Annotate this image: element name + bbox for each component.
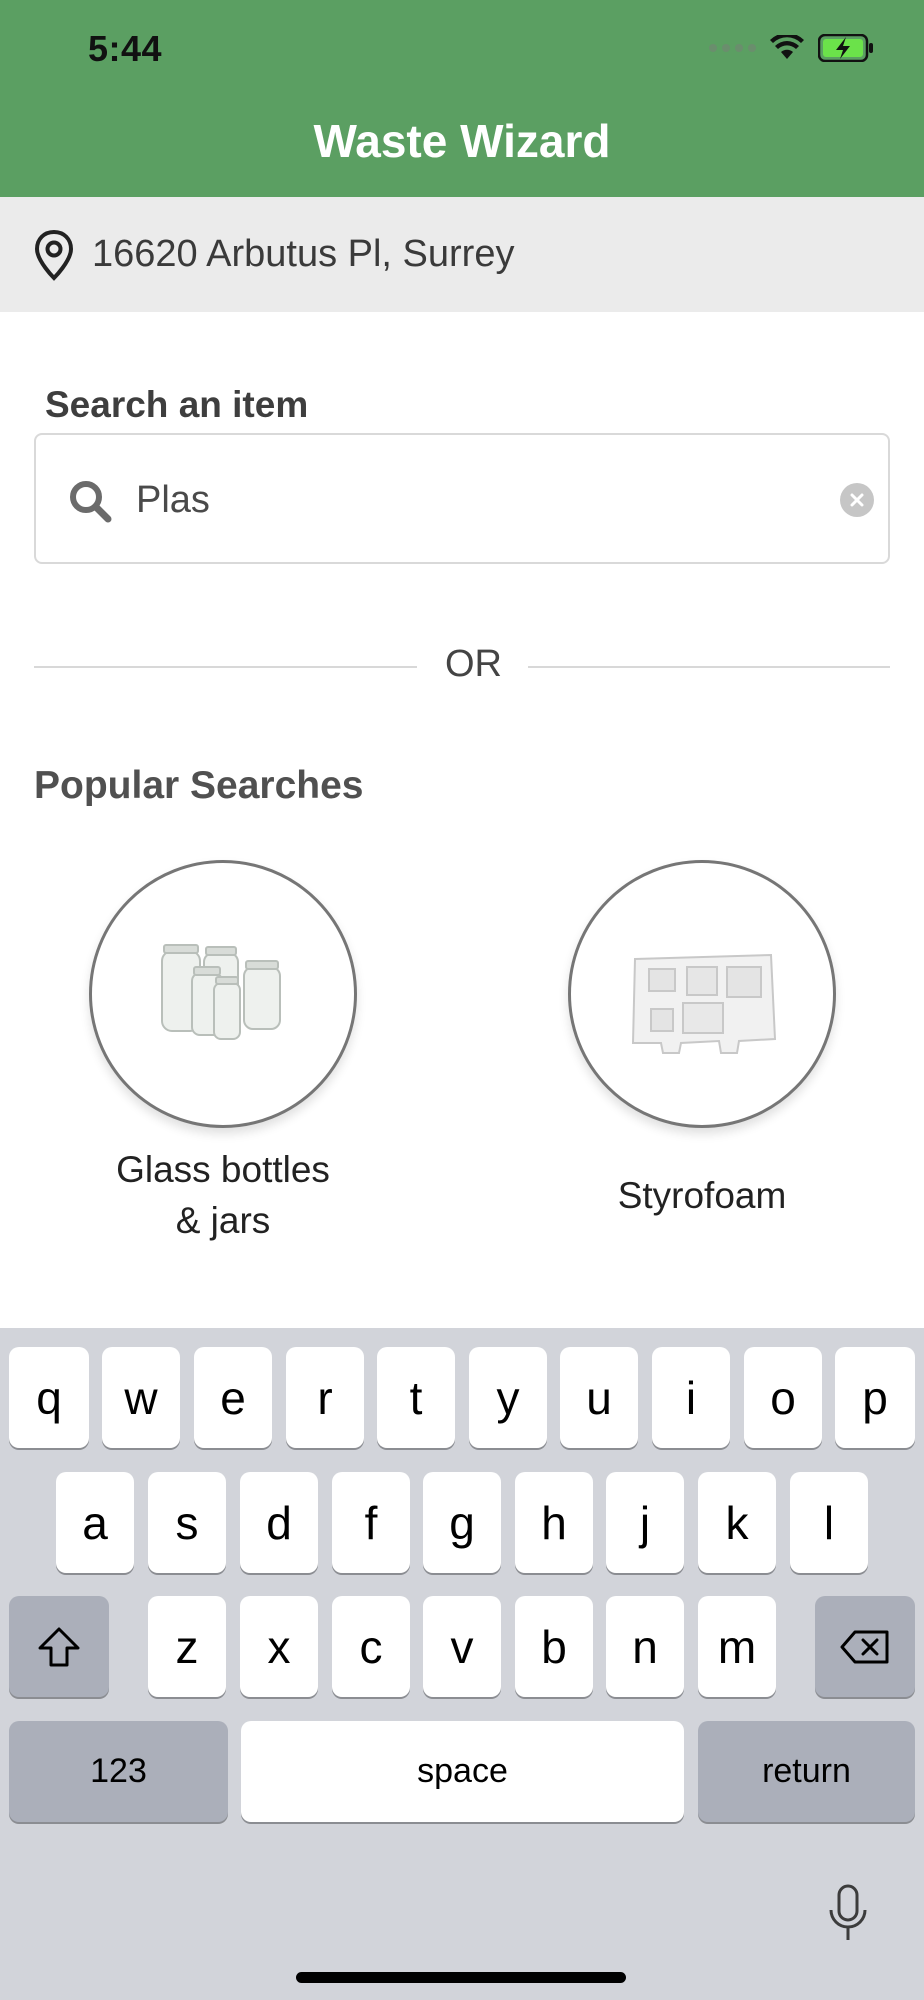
popular-item-glass-bottles[interactable]: Glass bottles & jars [88,860,358,1246]
search-label: Search an item [45,384,309,425]
key-l[interactable]: l [790,1472,868,1573]
styrofoam-image [568,860,836,1128]
key-a[interactable]: a [56,1472,134,1573]
key-i[interactable]: i [652,1347,730,1448]
key-o[interactable]: o [744,1347,822,1448]
label-line-1: Glass bottles [116,1149,330,1190]
search-box[interactable] [34,433,890,564]
glass-jars-image [89,860,357,1128]
microphone-icon[interactable] [826,1884,870,1944]
key-c[interactable]: c [332,1596,410,1697]
label-line-1: Styrofoam [617,1175,787,1216]
space-key[interactable]: space [241,1721,684,1822]
numbers-key[interactable]: 123 [9,1721,228,1822]
cellular-signal-icon [709,44,756,52]
key-u[interactable]: u [560,1347,638,1448]
key-s[interactable]: s [148,1472,226,1573]
key-v[interactable]: v [423,1596,501,1697]
key-d[interactable]: d [240,1472,318,1573]
wifi-icon [770,35,804,59]
key-t[interactable]: t [377,1347,455,1448]
divider-line [34,666,417,668]
key-z[interactable]: z [148,1596,226,1697]
key-w[interactable]: w [102,1347,180,1448]
or-text: OR [445,643,502,685]
key-b[interactable]: b [515,1596,593,1697]
home-indicator [296,1972,626,1983]
key-q[interactable]: q [9,1347,89,1448]
key-x[interactable]: x [240,1596,318,1697]
close-icon [850,493,864,507]
battery-charging-icon [818,34,873,62]
location-bar[interactable]: 16620 Arbutus Pl, Surrey [0,197,924,312]
label-line-2: & jars [175,1200,271,1241]
shift-icon [38,1627,80,1666]
clear-search-button[interactable] [840,483,874,517]
key-k[interactable]: k [698,1472,776,1573]
popular-item-styrofoam[interactable]: Styrofoam [567,860,837,1221]
search-icon [70,481,112,523]
popular-item-label: Glass bottles & jars [88,1144,358,1246]
app-title: Waste Wizard [313,115,611,167]
search-input[interactable] [136,465,736,535]
key-j[interactable]: j [606,1472,684,1573]
key-p[interactable]: p [835,1347,915,1448]
on-screen-keyboard: q w e r t y u i o p a s d f g h j k l z … [0,1328,924,2000]
key-r[interactable]: r [286,1347,364,1448]
status-time: 5:44 [88,28,163,69]
key-e[interactable]: e [194,1347,272,1448]
app-header: 5:44 Waste Wizard [0,0,924,197]
popular-searches-title: Popular Searches [34,764,364,807]
key-h[interactable]: h [515,1472,593,1573]
backspace-key[interactable] [815,1596,915,1697]
address-text: 16620 Arbutus Pl, Surrey [92,233,515,275]
location-pin-icon [34,229,74,281]
shift-key[interactable] [9,1596,109,1697]
status-icons [709,34,874,62]
key-f[interactable]: f [332,1472,410,1573]
return-key[interactable]: return [698,1721,915,1822]
or-divider: OR [34,643,890,689]
backspace-icon [840,1630,889,1663]
key-g[interactable]: g [423,1472,501,1573]
divider-line [528,666,890,668]
key-n[interactable]: n [606,1596,684,1697]
key-m[interactable]: m [698,1596,776,1697]
key-y[interactable]: y [469,1347,547,1448]
popular-item-label: Styrofoam [567,1170,837,1221]
